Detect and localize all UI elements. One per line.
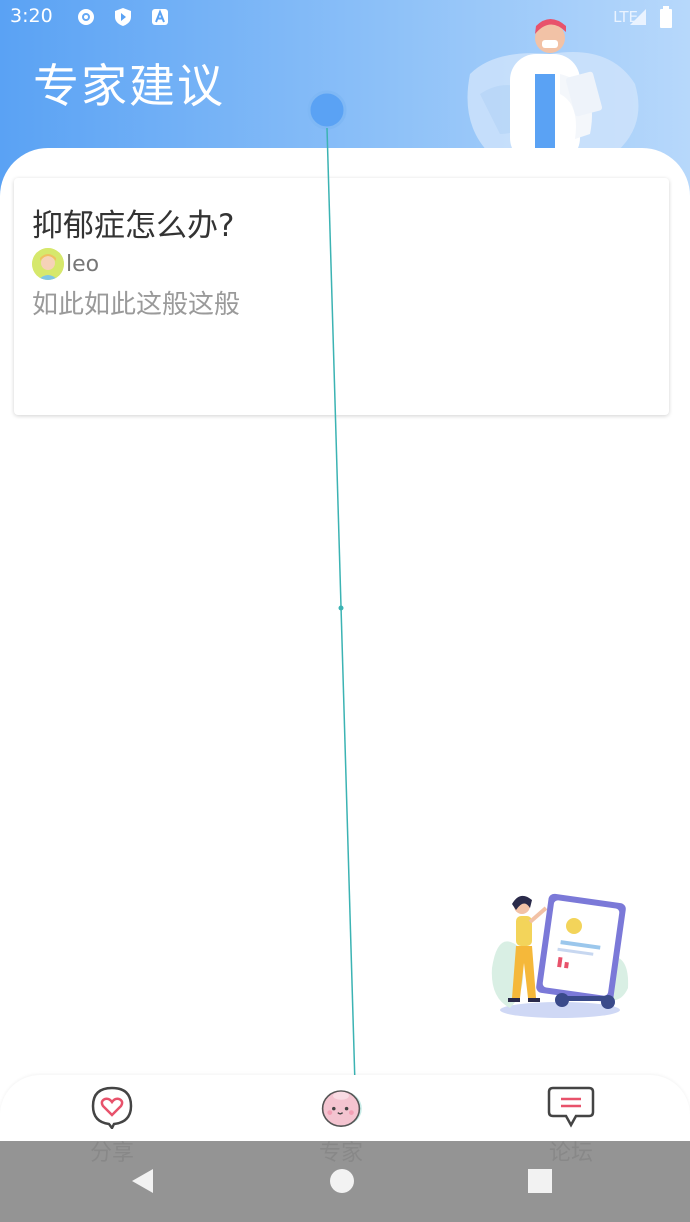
post-card[interactable]: 抑郁症怎么办? leo 如此如此这般这般 xyxy=(14,178,669,415)
gear-icon xyxy=(76,7,96,27)
post-title: 抑郁症怎么办? xyxy=(32,208,235,244)
chat-bubble-icon xyxy=(547,1083,595,1131)
heart-bubble-icon xyxy=(88,1083,136,1131)
avatar xyxy=(32,248,64,280)
home-icon[interactable] xyxy=(327,1166,357,1196)
post-excerpt: 如此如此这般这般 xyxy=(32,290,241,320)
battery-icon xyxy=(656,6,676,28)
page-title: 专家建议 xyxy=(33,59,225,113)
recents-icon[interactable] xyxy=(525,1166,555,1196)
back-icon[interactable] xyxy=(127,1166,157,1196)
a-icon xyxy=(150,7,170,27)
status-time: 3:20 xyxy=(10,5,53,27)
clipboard-illustration xyxy=(491,893,629,1018)
play-protect-icon xyxy=(113,7,133,27)
post-author: leo xyxy=(66,251,100,277)
post-author-row: leo xyxy=(32,248,99,280)
expert-face-icon xyxy=(317,1083,365,1131)
